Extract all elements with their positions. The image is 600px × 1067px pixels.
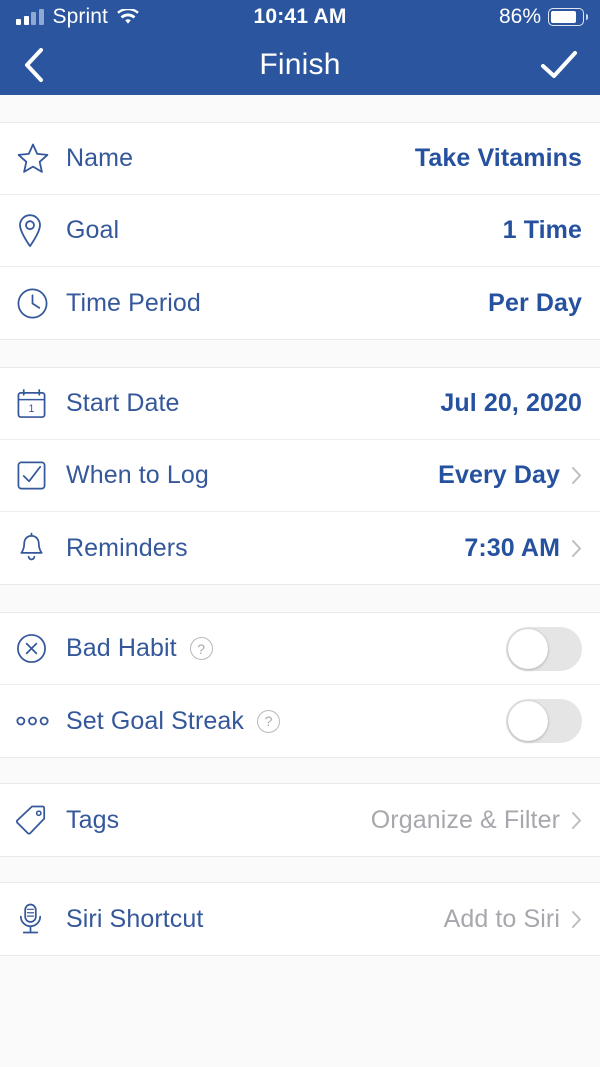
wifi-icon <box>117 8 139 26</box>
row-time-period[interactable]: Time Period Per Day <box>0 267 600 339</box>
settings-group-tags: Tags Organize & Filter <box>0 783 600 857</box>
row-label: Start Date <box>66 389 180 417</box>
back-button[interactable] <box>22 47 44 83</box>
group-spacer-1 <box>0 340 600 367</box>
bad-habit-toggle[interactable] <box>506 626 582 671</box>
row-label: Time Period <box>66 288 201 317</box>
row-label: Name <box>66 144 134 172</box>
bell-icon <box>16 532 66 565</box>
chevron-left-icon <box>22 47 44 83</box>
list-top-spacer <box>0 95 600 122</box>
settings-list: Name Take Vitamins Goal 1 Time Time Peri… <box>0 95 600 956</box>
status-bar-left: Sprint <box>16 5 139 29</box>
checkmark-icon <box>540 50 578 80</box>
row-label: Reminders <box>66 533 188 562</box>
row-name[interactable]: Name Take Vitamins <box>0 123 600 195</box>
microphone-icon <box>16 902 66 937</box>
row-label: Siri Shortcut <box>66 904 204 933</box>
row-label: Set Goal Streak <box>66 706 244 735</box>
row-label: Goal <box>66 216 120 244</box>
status-bar: Sprint 10:41 AM 86% <box>0 0 600 34</box>
row-when-to-log[interactable]: When to Log Every Day <box>0 440 600 512</box>
checkbox-checked-icon <box>16 460 66 491</box>
location-pin-icon <box>16 213 66 249</box>
row-value: 1 Time <box>502 216 582 244</box>
group-spacer-4 <box>0 857 600 882</box>
row-tags[interactable]: Tags Organize & Filter <box>0 784 600 856</box>
battery-icon <box>548 8 588 26</box>
settings-group-options: Bad Habit ? Set Goal Streak ? <box>0 612 600 758</box>
settings-group-siri: Siri Shortcut Add to Siri <box>0 882 600 956</box>
row-value: Per Day <box>488 288 582 317</box>
row-label: Bad Habit <box>66 634 177 662</box>
navigation-bar: Finish <box>0 34 600 95</box>
row-value: Jul 20, 2020 <box>440 389 582 417</box>
confirm-button[interactable] <box>540 50 578 80</box>
row-value: 7:30 AM <box>464 533 560 562</box>
tag-icon <box>16 805 66 836</box>
row-goal[interactable]: Goal 1 Time <box>0 195 600 267</box>
calendar-icon: 1 <box>16 387 66 420</box>
row-value: Every Day <box>438 461 560 489</box>
help-icon[interactable]: ? <box>256 709 280 733</box>
status-bar-right: 86% <box>498 5 588 29</box>
row-label: Tags <box>66 805 120 834</box>
page-title: Finish <box>259 47 341 81</box>
chevron-right-icon <box>571 910 582 929</box>
toggle-knob <box>508 701 548 741</box>
circle-x-icon <box>16 633 66 664</box>
settings-group-schedule: 1 Start Date Jul 20, 2020 When to Log Ev… <box>0 367 600 585</box>
app-screen: Sprint 10:41 AM 86% Finish Name Take Vit… <box>0 0 600 1067</box>
cellular-signal-icon <box>16 9 44 25</box>
group-spacer-2 <box>0 585 600 612</box>
star-icon <box>16 142 66 175</box>
set-goal-streak-toggle[interactable] <box>506 699 582 743</box>
carrier-name: Sprint <box>52 5 108 28</box>
row-value: Add to Siri <box>443 904 560 933</box>
chevron-right-icon <box>571 466 582 485</box>
chevron-right-icon <box>571 811 582 830</box>
row-value: Take Vitamins <box>414 144 582 172</box>
row-set-goal-streak[interactable]: Set Goal Streak ? <box>0 685 600 757</box>
toggle-knob <box>508 628 548 669</box>
battery-percent-label: 86% <box>498 5 541 28</box>
help-icon[interactable]: ? <box>189 637 213 660</box>
settings-group-basic: Name Take Vitamins Goal 1 Time Time Peri… <box>0 122 600 340</box>
row-label: When to Log <box>66 461 209 489</box>
row-start-date[interactable]: 1 Start Date Jul 20, 2020 <box>0 368 600 440</box>
row-bad-habit[interactable]: Bad Habit ? <box>0 613 600 685</box>
row-siri-shortcut[interactable]: Siri Shortcut Add to Siri <box>0 883 600 955</box>
row-reminders[interactable]: Reminders 7:30 AM <box>0 512 600 584</box>
chevron-right-icon <box>571 539 582 558</box>
three-dots-icon <box>16 715 66 727</box>
row-value: Organize & Filter <box>370 805 560 834</box>
svg-text:1: 1 <box>29 403 35 415</box>
group-spacer-3 <box>0 758 600 783</box>
clock-icon <box>16 287 66 320</box>
